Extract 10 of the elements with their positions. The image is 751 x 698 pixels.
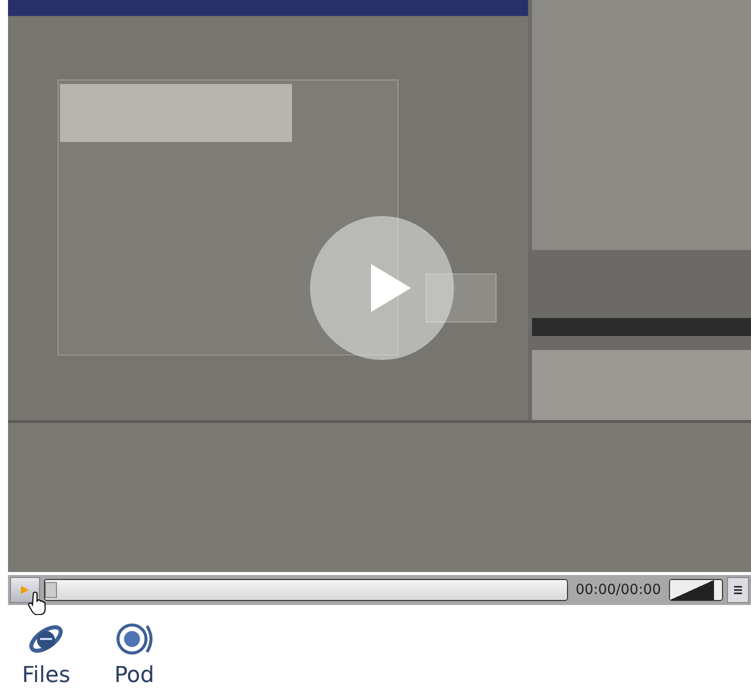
play-button[interactable] <box>10 577 40 603</box>
play-icon <box>20 585 30 595</box>
menu-icon <box>733 585 743 595</box>
progress-thumb[interactable] <box>45 582 57 598</box>
link-label[interactable]: Pod <box>114 663 154 688</box>
time-display: 00:00/00:00 <box>574 582 662 598</box>
menu-button[interactable] <box>727 577 749 603</box>
link-label[interactable]: Files <box>22 663 70 688</box>
volume-slider[interactable] <box>669 579 723 601</box>
hand-cursor-icon <box>28 591 46 615</box>
